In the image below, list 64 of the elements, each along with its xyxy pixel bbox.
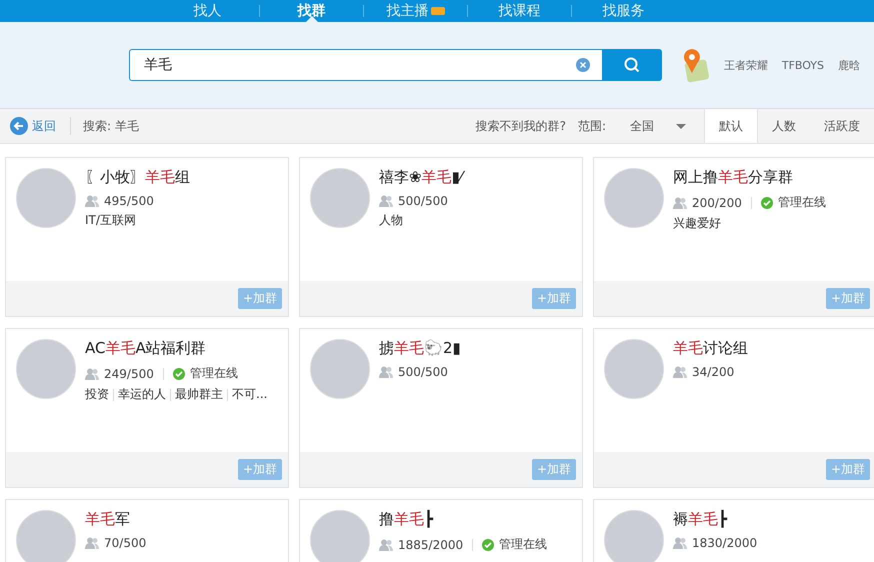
member-count: 200/200 bbox=[692, 196, 742, 210]
sort-tab[interactable]: 活跃度 bbox=[810, 109, 874, 143]
member-count: 500/500 bbox=[398, 194, 448, 208]
group-card[interactable]: 掳羊毛🐑2▮ 500/500 +加群 bbox=[299, 328, 583, 488]
search-button[interactable] bbox=[602, 49, 662, 81]
members-icon bbox=[673, 537, 687, 549]
members-icon bbox=[673, 196, 687, 208]
group-tag: 最帅群主 bbox=[175, 387, 223, 401]
group-card[interactable]: 撸羊毛┣ 1885/2000 管理在线 bbox=[299, 499, 583, 562]
group-tag: 兴趣爱好 bbox=[673, 216, 721, 230]
group-name: 禧李❀羊毛▮⁄ bbox=[379, 168, 462, 187]
group-tag: 不可... bbox=[232, 387, 268, 401]
member-count: 34/200 bbox=[692, 365, 734, 379]
members-icon bbox=[85, 368, 99, 380]
member-count: 495/500 bbox=[104, 194, 154, 208]
group-tag: IT/互联网 bbox=[85, 213, 136, 227]
back-link[interactable]: 返回 bbox=[10, 117, 56, 135]
member-count: 249/500 bbox=[104, 366, 154, 380]
group-card[interactable]: 网上撸羊毛分享群 200/200 管理在线 兴趣爱好 +加群 bbox=[593, 157, 874, 317]
members-icon bbox=[379, 538, 393, 550]
avatar-image bbox=[16, 510, 76, 562]
admin-online-label: 管理在线 bbox=[190, 365, 238, 382]
hot-search-link[interactable]: TFBOYS bbox=[782, 58, 824, 72]
group-card[interactable]: 〖小牧〗羊毛组 495/500 IT/互联网 +加群 bbox=[5, 157, 289, 317]
member-count: 1830/2000 bbox=[692, 536, 758, 550]
sort-tab[interactable]: 默认 bbox=[704, 109, 758, 143]
group-name: 羊毛军 bbox=[85, 510, 131, 529]
group-tag: 人物 bbox=[379, 213, 403, 227]
group-tag: 投资 bbox=[85, 387, 109, 401]
group-name: 网上撸羊毛分享群 bbox=[673, 168, 794, 187]
group-card[interactable]: 羊毛军 70/500 bbox=[5, 499, 289, 562]
member-count: 500/500 bbox=[398, 365, 448, 379]
search-field[interactable]: 羊毛 bbox=[129, 49, 602, 81]
hot-search-link[interactable]: 王者荣耀 bbox=[724, 58, 768, 72]
group-name: 掳羊毛🐑2▮ bbox=[379, 339, 461, 358]
admin-online-label: 管理在线 bbox=[778, 194, 826, 211]
group-name: 〖小牧〗羊毛组 bbox=[85, 168, 190, 187]
group-name: 撸羊毛┣ bbox=[379, 510, 434, 529]
members-icon bbox=[379, 366, 393, 378]
sort-tab[interactable]: 人数 bbox=[758, 109, 810, 143]
group-card[interactable]: AC羊毛A站福利群 249/500 管理在线 投资 幸运的人 最帅群主 不可... +加群 bbox=[5, 328, 289, 488]
members-icon bbox=[673, 366, 687, 378]
group-card[interactable]: 羊毛讨论组 34/200 +加群 bbox=[593, 328, 874, 488]
group-name: AC羊毛A站福利群 bbox=[85, 339, 207, 358]
group-name: 羊毛讨论组 bbox=[673, 339, 748, 358]
search-icon bbox=[623, 56, 642, 74]
member-count: 70/500 bbox=[104, 536, 146, 550]
avatar-image bbox=[604, 510, 664, 562]
range-label: 范围: bbox=[578, 118, 606, 134]
members-icon bbox=[379, 195, 393, 207]
hot-search-link[interactable]: 鹿晗 bbox=[838, 58, 860, 72]
member-count: 1885/2000 bbox=[398, 538, 464, 552]
group-name: 褥羊毛┣ bbox=[673, 510, 728, 529]
clear-icon[interactable] bbox=[576, 58, 590, 72]
admin-online-label: 管理在线 bbox=[499, 536, 548, 553]
range-dropdown[interactable]: 全国 bbox=[618, 118, 704, 134]
group-card[interactable]: 禧李❀羊毛▮⁄ 500/500 人物 +加群 bbox=[299, 157, 583, 317]
search-query-label: 搜索: 羊毛 bbox=[83, 118, 139, 134]
group-card[interactable]: 褥羊毛┣ 1830/2000 bbox=[593, 499, 874, 562]
members-icon bbox=[85, 195, 99, 207]
not-found-link[interactable]: 搜索不到我的群? bbox=[476, 118, 566, 134]
avatar-image bbox=[310, 510, 370, 562]
members-icon bbox=[85, 537, 99, 549]
group-tag: 幸运的人 bbox=[118, 387, 166, 401]
